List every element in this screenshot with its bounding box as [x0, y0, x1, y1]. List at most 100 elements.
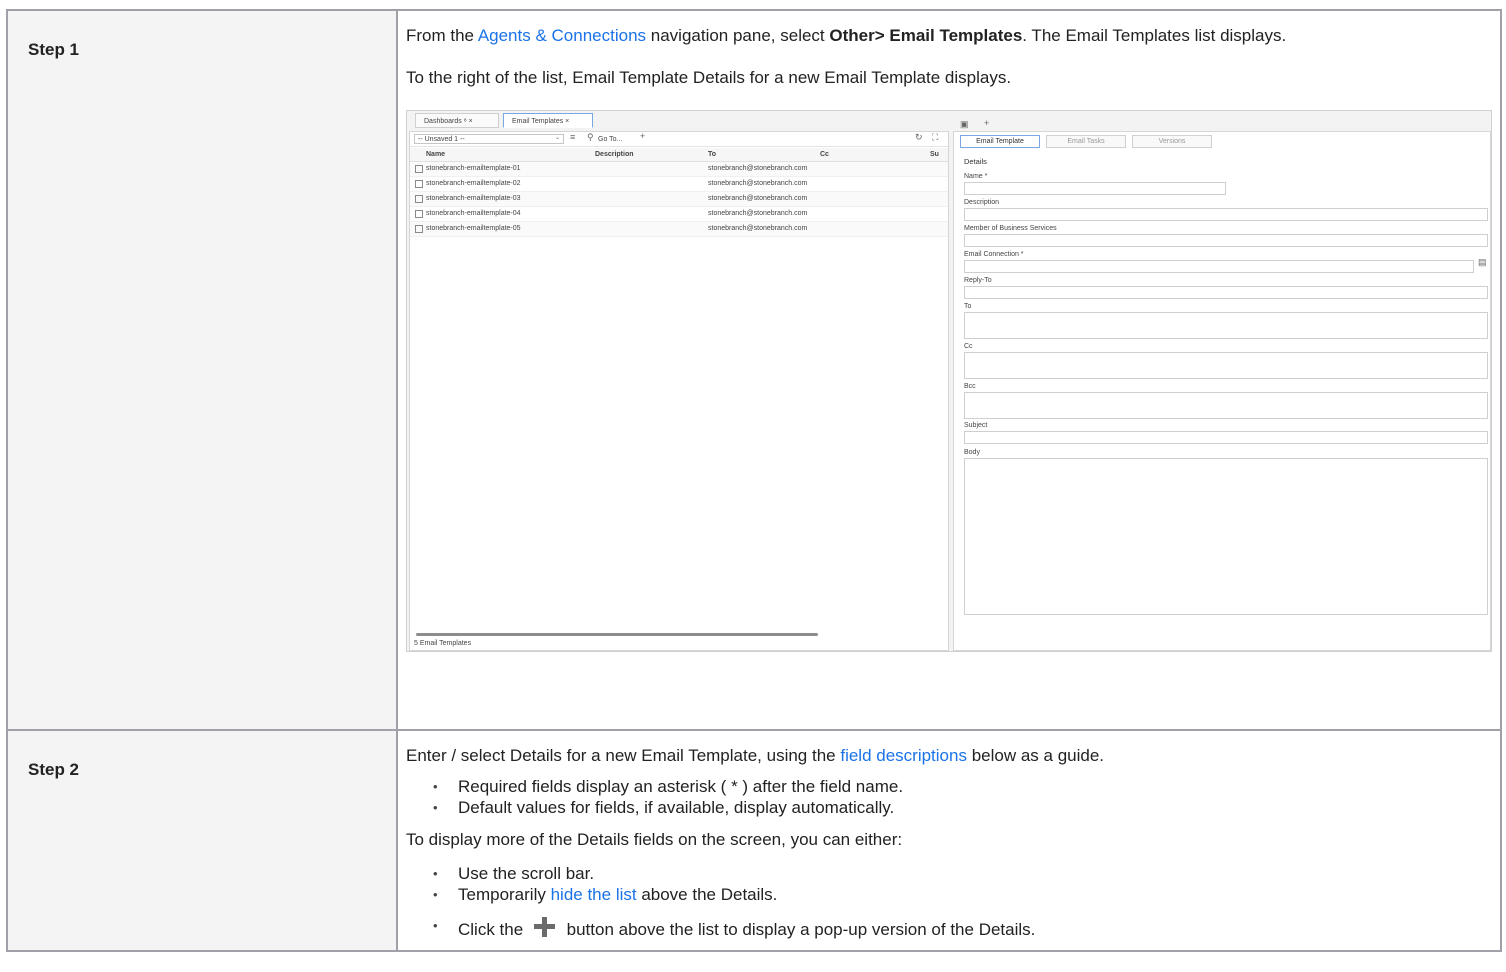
list-item: Temporarily hide the list above the Deta…	[406, 884, 1492, 905]
reply-to-label: Reply-To	[964, 277, 992, 284]
template-icon	[415, 180, 423, 188]
template-icon	[415, 225, 423, 233]
template-icon	[415, 195, 423, 203]
body-field	[964, 458, 1488, 615]
filter-icon: ≡	[570, 132, 576, 142]
row-name: stonebranch-emailtemplate-03	[426, 195, 521, 202]
details-pane: ▣ + Email Template Email Tasks Versions …	[953, 119, 1491, 651]
table-row: stonebranch-emailtemplate-02 stonebranch@…	[410, 177, 948, 192]
cc-field	[964, 352, 1488, 379]
step-2-row: Step 2 Enter / select Details for a new …	[6, 729, 1502, 952]
text: button above the list to display a pop-u…	[561, 920, 1036, 939]
step-2-content: Enter / select Details for a new Email T…	[396, 729, 1502, 952]
step-1-row: Step 1 From the Agents & Connections nav…	[6, 9, 1502, 731]
text: navigation pane, select	[646, 26, 830, 45]
column-description: Description	[595, 151, 634, 158]
connection-label: Email Connection *	[964, 251, 1024, 258]
details-icon: ▤	[1478, 257, 1487, 267]
bcc-field	[964, 392, 1488, 419]
add-icon: +	[640, 131, 646, 141]
text: Click the	[458, 920, 528, 939]
tab-email-tasks: Email Tasks	[1046, 135, 1126, 148]
email-templates-screenshot: Dashboards ⁸ × Email Templates × -- Unsa…	[406, 110, 1492, 652]
reply-to-field	[964, 286, 1488, 299]
horizontal-scrollbar	[416, 633, 818, 636]
column-name: Name	[426, 151, 446, 158]
text: Enter / select Details for a new Email T…	[406, 746, 841, 765]
member-label: Member of Business Services	[964, 225, 1057, 232]
refresh-icon: ↻	[915, 132, 923, 142]
text: . The Email Templates list displays.	[1022, 26, 1287, 45]
row-name: stonebranch-emailtemplate-05	[426, 225, 521, 232]
to-field	[964, 312, 1488, 339]
step-2-line-2: To display more of the Details fields on…	[406, 830, 903, 849]
step-1-line-2: To the right of the list, Email Template…	[406, 68, 1012, 87]
list-item: Default values for fields, if available,…	[406, 797, 1492, 818]
step-1-line-1: From the Agents & Connections navigation…	[406, 25, 1492, 46]
cc-label: Cc	[964, 343, 973, 350]
connection-field	[964, 260, 1474, 273]
dashboards-tab: Dashboards ⁸ ×	[415, 113, 499, 128]
row-name: stonebranch-emailtemplate-02	[426, 180, 521, 187]
filter-select: -- Unsaved 1 --	[414, 134, 564, 144]
tab-email-template: Email Template	[960, 135, 1040, 148]
subject-field	[964, 431, 1488, 444]
list-column-header: Name Description To Cc Su	[410, 148, 948, 162]
name-field	[964, 182, 1226, 195]
list-toolbar: -- Unsaved 1 -- ⌄ ≡ ⚲ Go To... + ↻ ⛶	[410, 132, 948, 147]
list-item: Click the button above the list to displ…	[406, 915, 1492, 940]
save-icon: ▣	[960, 119, 969, 129]
row-to: stonebranch@stonebranch.com	[708, 165, 808, 172]
step-1-content: From the Agents & Connections navigation…	[396, 9, 1502, 731]
agents-connections-link[interactable]: Agents & Connections	[478, 26, 646, 45]
to-label: To	[964, 303, 972, 310]
name-label: Name *	[964, 173, 988, 180]
template-icon	[415, 210, 423, 218]
search-icon: ⚲	[587, 132, 594, 142]
screenshot-tab-bar: Dashboards ⁸ × Email Templates ×	[407, 111, 1491, 128]
chevron-down-icon: ⌄	[555, 135, 561, 141]
goto-label: Go To...	[598, 136, 623, 143]
text: below as a guide.	[966, 746, 1105, 765]
bcc-label: Bcc	[964, 383, 976, 390]
table-row: stonebranch-emailtemplate-03 stonebranch@…	[410, 192, 948, 207]
column-to: To	[708, 151, 717, 158]
column-cc: Cc	[820, 151, 829, 158]
column-subject: Su	[930, 151, 939, 158]
details-section-title: Details	[964, 157, 987, 166]
step-2-line-1: Enter / select Details for a new Email T…	[406, 745, 1492, 766]
plus-icon	[528, 915, 562, 939]
list-rows: stonebranch-emailtemplate-01 stonebranch@…	[410, 162, 948, 237]
steps-table: Step 1 From the Agents & Connections nav…	[6, 9, 1502, 952]
expand-icon: ⛶	[932, 132, 939, 142]
step-1-label: Step 1	[6, 9, 398, 731]
template-icon	[415, 165, 423, 173]
subject-label: Subject	[964, 422, 988, 429]
add-icon: +	[984, 118, 990, 128]
row-to: stonebranch@stonebranch.com	[708, 225, 808, 232]
text: Temporarily	[458, 885, 551, 904]
table-row: stonebranch-emailtemplate-04 stonebranch@…	[410, 207, 948, 222]
display-options-list: Use the scroll bar. Temporarily hide the…	[406, 863, 1492, 940]
menu-path: Other> Email Templates	[829, 26, 1023, 45]
tab-versions: Versions	[1132, 135, 1212, 148]
row-to: stonebranch@stonebranch.com	[708, 180, 808, 187]
text: From the	[406, 26, 478, 45]
table-row: stonebranch-emailtemplate-05 stonebranch@…	[410, 222, 948, 237]
row-to: stonebranch@stonebranch.com	[708, 210, 808, 217]
body-label: Body	[964, 449, 980, 456]
table-row: stonebranch-emailtemplate-01 stonebranch@…	[410, 162, 948, 177]
hide-the-list-link[interactable]: hide the list	[551, 885, 637, 904]
step-2-label: Step 2	[6, 729, 398, 952]
list-item: Use the scroll bar.	[406, 863, 1492, 884]
description-label: Description	[964, 199, 1000, 206]
row-name: stonebranch-emailtemplate-01	[426, 165, 521, 172]
required-fields-list: Required fields display an asterisk ( * …	[406, 776, 1492, 818]
member-field	[964, 234, 1488, 247]
text: above the Details.	[636, 885, 778, 904]
field-descriptions-link[interactable]: field descriptions	[840, 746, 967, 765]
row-name: stonebranch-emailtemplate-04	[426, 210, 521, 217]
list-pane: -- Unsaved 1 -- ⌄ ≡ ⚲ Go To... + ↻ ⛶ Nam…	[409, 131, 949, 651]
list-footer: 5 Email Templates	[414, 640, 472, 647]
description-field	[964, 208, 1488, 221]
